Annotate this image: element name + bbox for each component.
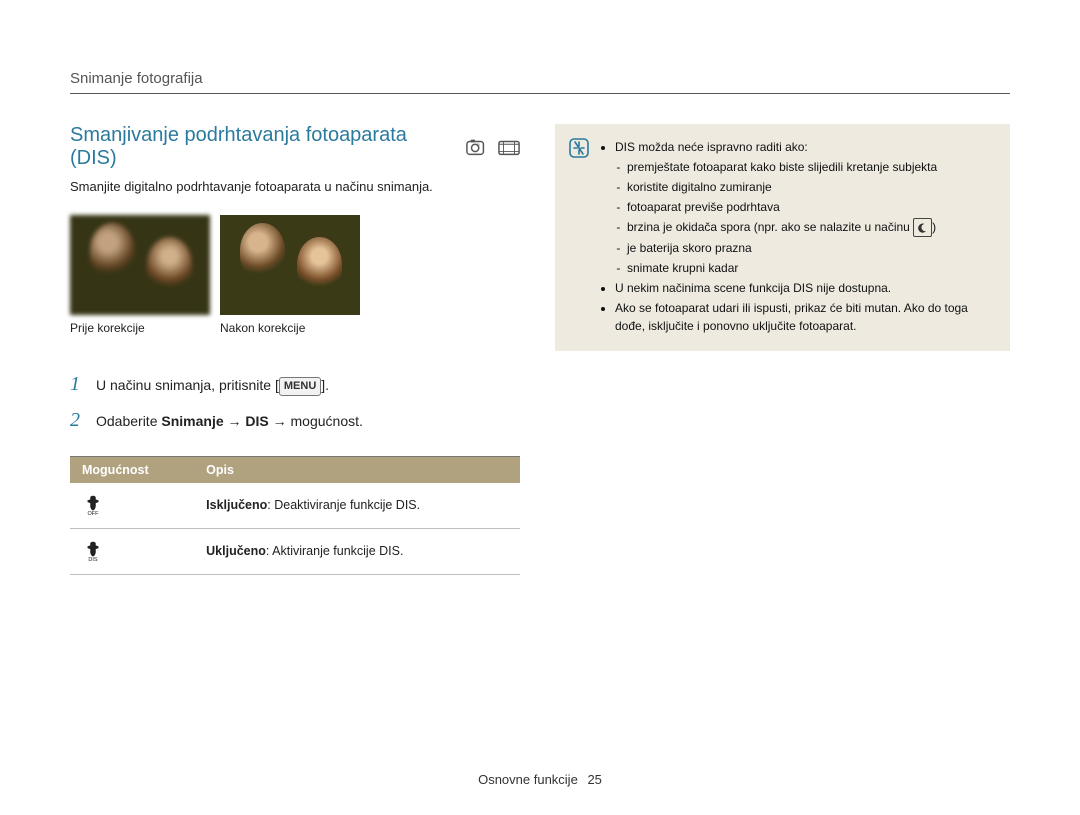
step-2-bold: Snimanje → DIS <box>161 413 268 429</box>
opt-off-desc: : Deaktiviranje funkcije DIS. <box>267 498 420 512</box>
step-num-2: 2 <box>70 405 85 436</box>
info-sub-3: fotoaparat previše podrhtava <box>627 198 994 216</box>
table-row: DIS Uključeno: Aktiviranje funkcije DIS. <box>70 528 520 574</box>
menu-button-icon: MENU <box>279 377 321 396</box>
info-bullet-2: U nekim načinima scene funkcija DIS nije… <box>615 279 994 297</box>
video-mode-icon <box>498 138 520 156</box>
th-desc: Opis <box>194 456 520 483</box>
step-2-text-pre: Odaberite <box>96 413 161 429</box>
example-photos: Prije korekcije Nakon korekcije <box>70 215 520 335</box>
dis-on-icon: DIS <box>82 539 104 564</box>
opt-on-label: Uključeno <box>206 544 266 558</box>
step-1: 1 U načinu snimanja, pritisnite [MENU]. <box>70 369 520 400</box>
info-sub-5: je baterija skoro prazna <box>627 239 994 257</box>
svg-text:DIS: DIS <box>88 557 98 561</box>
svg-text:p: p <box>477 142 480 147</box>
steps: 1 U načinu snimanja, pritisnite [MENU]. … <box>70 369 520 436</box>
step-2: 2 Odaberite Snimanje → DIS → mogućnost. <box>70 405 520 436</box>
dis-off-icon: OFF <box>82 493 104 518</box>
step-num-1: 1 <box>70 369 85 400</box>
step-1-text-pre: U načinu snimanja, pritisnite [ <box>96 377 279 393</box>
camera-mode-icon: p <box>466 138 488 156</box>
page-number: 25 <box>587 772 601 787</box>
section-header: Snimanje fotografija <box>70 70 1010 94</box>
caption-after: Nakon korekcije <box>220 321 360 335</box>
photo-after <box>220 215 360 315</box>
info-box: DIS možda neće ispravno raditi ako: prem… <box>555 124 1010 351</box>
step-1-text-post: ]. <box>321 377 329 393</box>
right-column: DIS možda neće ispravno raditi ako: prem… <box>555 124 1010 575</box>
caption-before: Prije korekcije <box>70 321 210 335</box>
info-icon <box>569 138 589 158</box>
page-title: Smanjivanje podrhtavanja fotoaparata (DI… <box>70 124 456 170</box>
info-sub-4b: ) <box>932 220 936 234</box>
footer-label: Osnovne funkcije <box>478 772 578 787</box>
step-2-text-post: → mogućnost. <box>269 413 363 429</box>
svg-text:OFF: OFF <box>88 511 100 515</box>
info-bullet-1: DIS možda neće ispravno raditi ako: <box>615 140 808 154</box>
photo-before <box>70 215 210 315</box>
night-mode-icon <box>913 218 932 237</box>
left-column: Smanjivanje podrhtavanja fotoaparata (DI… <box>70 124 520 575</box>
table-row: OFF Isključeno: Deaktiviranje funkcije D… <box>70 483 520 529</box>
info-sub-2: koristite digitalno zumiranje <box>627 178 994 196</box>
th-option: Mogućnost <box>70 456 194 483</box>
opt-off-label: Isključeno <box>206 498 267 512</box>
info-bullet-3: Ako se fotoaparat udari ili ispusti, pri… <box>615 299 994 335</box>
page-footer: Osnovne funkcije 25 <box>0 772 1080 787</box>
info-sub-1: premještate fotoaparat kako biste slijed… <box>627 158 994 176</box>
intro-text: Smanjite digitalno podrhtavanje fotoapar… <box>70 178 520 197</box>
info-sub-6: snimate krupni kadar <box>627 259 994 277</box>
opt-on-desc: : Aktiviranje funkcije DIS. <box>266 544 404 558</box>
info-sub-4a: brzina je okidača spora (npr. ako se nal… <box>627 220 913 234</box>
options-table: Mogućnost Opis OFF Isključeno: Deaktivir… <box>70 456 520 575</box>
